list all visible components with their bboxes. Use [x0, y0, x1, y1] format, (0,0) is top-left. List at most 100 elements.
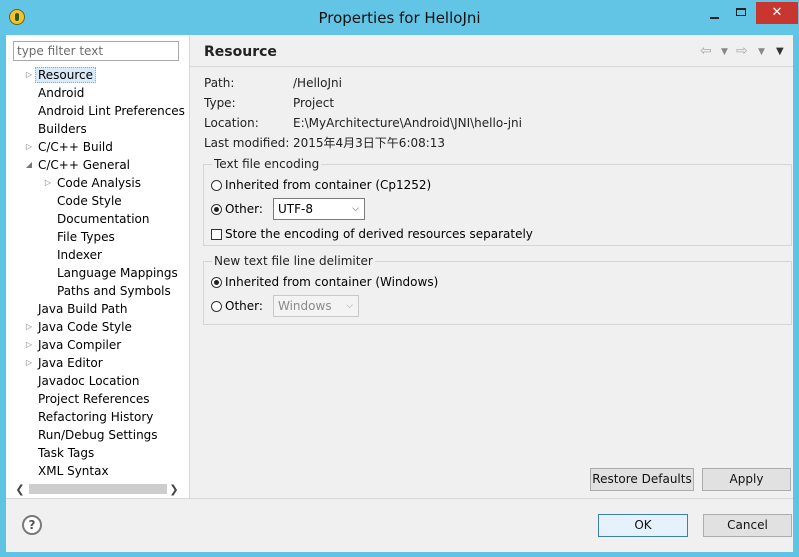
delimiter-inherited-radio[interactable]	[211, 277, 222, 288]
apply-button[interactable]: Apply	[702, 468, 791, 491]
title-bar: Properties for HelloJni ✕	[0, 0, 799, 35]
tree-item-label: Resource	[35, 67, 97, 83]
last-modified-label: Last modified:	[204, 136, 290, 150]
maximize-icon	[736, 8, 746, 16]
tree-item-label: C/C++ General	[38, 158, 131, 172]
collapsed-arrow-icon[interactable]: ▷	[24, 354, 34, 372]
type-label: Type:	[204, 96, 236, 110]
tree-item-label: Task Tags	[38, 446, 95, 460]
chevron-down-icon: ⌵	[352, 204, 359, 214]
tree-item-label: Android	[38, 86, 85, 100]
window-title: Properties for HelloJni	[318, 9, 481, 27]
tree-item[interactable]: Javadoc Location	[38, 372, 139, 390]
tree-item-label: XML Syntax	[38, 464, 109, 478]
page-title: Resource	[204, 44, 277, 60]
tree-item[interactable]: Documentation	[57, 210, 150, 228]
ok-button[interactable]: OK	[598, 514, 688, 537]
delimiter-select-value: Windows	[278, 299, 332, 313]
store-encoding-checkbox[interactable]	[211, 229, 222, 240]
text-encoding-group: Text file encoding Inherited from contai…	[203, 156, 792, 246]
location-label: Location:	[204, 116, 259, 130]
header-divider	[190, 66, 793, 67]
tree-item-label: Code Style	[57, 194, 122, 208]
tree-item[interactable]: Refactoring History	[38, 408, 153, 426]
path-value: /HelloJni	[293, 76, 342, 90]
tree-item[interactable]: ▷ Java Compiler	[26, 336, 122, 354]
help-icon[interactable]: ?	[22, 515, 42, 535]
tree-item[interactable]: Project References	[38, 390, 150, 408]
tree-horizontal-scrollbar[interactable]: ❮ ❯	[13, 481, 181, 498]
encoding-other-option[interactable]: Other:	[211, 200, 263, 218]
delimiter-inherited-label: Inherited from container (Windows)	[225, 275, 439, 289]
tree-item[interactable]: Code Style	[57, 192, 122, 210]
close-icon: ✕	[771, 5, 783, 20]
tree-item-label: C/C++ Build	[38, 140, 113, 154]
minimize-icon	[710, 17, 719, 19]
collapsed-arrow-icon[interactable]: ▷	[24, 336, 34, 354]
tree-item[interactable]: ▷ C/C++ Build	[26, 138, 113, 156]
tree-item-label: Language Mappings	[57, 266, 178, 280]
collapsed-arrow-icon[interactable]: ▷	[24, 66, 34, 84]
filter-input[interactable]	[13, 41, 179, 61]
scrollbar-thumb[interactable]	[29, 484, 167, 494]
tree-item[interactable]: Task Tags	[38, 444, 94, 462]
tree-item[interactable]: ◢ C/C++ General	[26, 156, 131, 174]
tree-item-label: Documentation	[57, 212, 150, 226]
tree-item[interactable]: Java Build Path	[38, 300, 127, 318]
tree-item[interactable]: Paths and Symbols	[57, 282, 171, 300]
tree-item[interactable]: Android Lint Preferences	[38, 102, 185, 120]
tree-item-label: Java Compiler	[38, 338, 122, 352]
scroll-right-icon[interactable]: ❯	[167, 481, 181, 498]
tree-item-label: Android Lint Preferences	[38, 104, 185, 118]
encoding-inherited-radio[interactable]	[211, 180, 222, 191]
tree-item[interactable]: ▷ Code Analysis	[45, 174, 141, 192]
scroll-left-icon[interactable]: ❮	[13, 481, 27, 498]
tree-item[interactable]: ▷ Java Editor	[26, 354, 103, 372]
tree-item-label: Project References	[38, 392, 150, 406]
minimize-button[interactable]	[700, 2, 728, 24]
forward-arrow-icon[interactable]: ⇨	[736, 43, 748, 59]
delimiter-inherited-option[interactable]: Inherited from container (Windows)	[211, 273, 438, 291]
tree-item[interactable]: ▷ Resource	[26, 66, 97, 84]
tree-item[interactable]: Indexer	[57, 246, 102, 264]
forward-history-dropdown-icon[interactable]: ▼	[758, 47, 765, 57]
store-encoding-label: Store the encoding of derived resources …	[225, 227, 533, 241]
collapsed-arrow-icon[interactable]: ▷	[24, 318, 34, 336]
tree-item-label: Paths and Symbols	[57, 284, 171, 298]
maximize-button[interactable]	[728, 2, 756, 24]
text-encoding-title: Text file encoding	[212, 156, 322, 172]
delimiter-other-radio[interactable]	[211, 301, 222, 312]
expanded-arrow-icon[interactable]: ◢	[24, 156, 34, 174]
tree-item-label: Java Code Style	[38, 320, 132, 334]
cancel-button[interactable]: Cancel	[703, 514, 792, 537]
collapsed-arrow-icon[interactable]: ▷	[24, 138, 34, 156]
tree-item[interactable]: XML Syntax	[38, 462, 109, 480]
tree-item[interactable]: Language Mappings	[57, 264, 178, 282]
navigation-pane: ▷ResourceAndroidAndroid Lint Preferences…	[6, 35, 190, 498]
tree-item-label: Run/Debug Settings	[38, 428, 158, 442]
tree-item[interactable]: Run/Debug Settings	[38, 426, 158, 444]
store-encoding-option[interactable]: Store the encoding of derived resources …	[211, 225, 533, 243]
tree-item[interactable]: File Types	[57, 228, 115, 246]
back-arrow-icon[interactable]: ⇦	[700, 43, 712, 59]
tree-item[interactable]: Android	[38, 84, 84, 102]
tree-item-label: Refactoring History	[38, 410, 154, 424]
location-value: E:\MyArchitecture\Android\JNI\hello-jni	[293, 116, 522, 130]
tree-item[interactable]: Builders	[38, 120, 87, 138]
restore-defaults-button[interactable]: Restore Defaults	[590, 468, 694, 491]
delimiter-other-label: Other:	[225, 299, 263, 313]
collapsed-arrow-icon[interactable]: ▷	[43, 174, 53, 192]
encoding-inherited-option[interactable]: Inherited from container (Cp1252)	[211, 176, 431, 194]
tree-item[interactable]: ▷ Java Code Style	[26, 318, 132, 336]
encoding-inherited-label: Inherited from container (Cp1252)	[225, 178, 432, 192]
back-history-dropdown-icon[interactable]: ▼	[721, 47, 728, 57]
delimiter-other-option[interactable]: Other:	[211, 297, 263, 315]
property-page: Resource ⇦ ▼ ⇨ ▼ ▼ Path: /HelloJni Type:…	[190, 35, 793, 498]
dialog-client: ▷ResourceAndroidAndroid Lint Preferences…	[6, 35, 793, 552]
delimiter-select[interactable]: Windows ⌵	[273, 295, 359, 317]
encoding-other-radio[interactable]	[211, 204, 222, 215]
close-button[interactable]: ✕	[756, 2, 798, 24]
encoding-select[interactable]: UTF-8 ⌵	[273, 198, 365, 220]
encoding-other-label: Other:	[225, 202, 263, 216]
view-menu-icon[interactable]: ▼	[776, 46, 784, 57]
